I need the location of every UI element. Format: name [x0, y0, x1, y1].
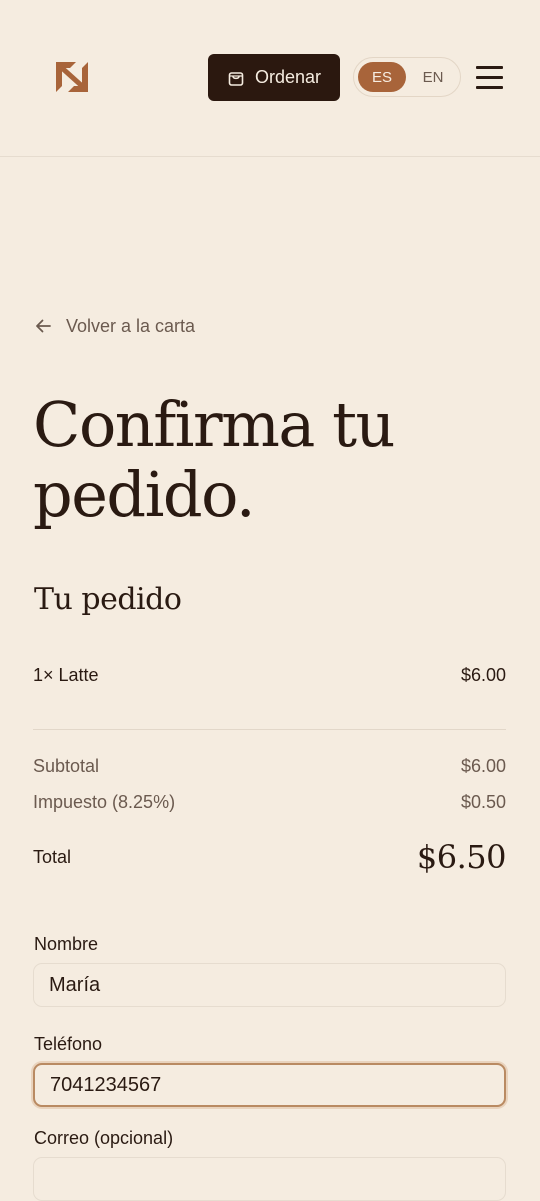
brand-logo-icon[interactable] [54, 60, 90, 94]
site-header: Ordenar ES EN [0, 0, 540, 157]
name-field-value: María [49, 973, 101, 996]
tax-value: $0.50 [460, 792, 506, 812]
phone-field-value: 7041234567 [50, 1073, 162, 1096]
order-item-row: 1× Latte $6.00 [33, 665, 506, 686]
subtotal-value: $6.00 [460, 756, 506, 776]
total-value: $6.50 [416, 838, 507, 876]
arrow-left-icon [36, 319, 51, 333]
email-label: Correo (opcional) [34, 1128, 174, 1148]
total-row: Total $6.50 [33, 838, 507, 876]
tax-label: Impuesto (8.25%) [33, 792, 176, 812]
subtotal-row: Subtotal $6.00 [33, 756, 506, 777]
order-divider [33, 729, 506, 730]
total-label: Total [33, 846, 72, 867]
phone-label: Teléfono [34, 1034, 103, 1054]
name-field[interactable]: María [33, 963, 506, 1007]
shopping-bag-icon [228, 71, 244, 86]
email-field[interactable] [33, 1157, 506, 1201]
back-link-label: Volver a la carta [66, 315, 196, 336]
language-option-en[interactable]: EN [409, 62, 457, 92]
page-title-line-2: pedido. [33, 458, 256, 531]
order-item-price: $6.00 [460, 665, 506, 685]
back-to-menu-link[interactable]: Volver a la carta [34, 312, 195, 340]
subtotal-label: Subtotal [33, 756, 100, 776]
order-heading: Tu pedido [34, 582, 182, 617]
language-option-es[interactable]: ES [358, 62, 406, 92]
order-item-name: 1× Latte [33, 665, 99, 685]
order-button-label: Ordenar [254, 67, 322, 87]
name-label: Nombre [34, 934, 99, 954]
page-title-line-1: Confirma tu [33, 388, 395, 461]
order-button[interactable]: Ordenar [208, 54, 340, 101]
tax-row: Impuesto (8.25%) $0.50 [33, 792, 506, 813]
phone-field[interactable]: 7041234567 [33, 1063, 506, 1107]
page-title: Confirma tu pedido. [33, 390, 513, 530]
hamburger-menu-icon[interactable] [476, 64, 504, 90]
language-toggle: ES EN [353, 57, 461, 97]
